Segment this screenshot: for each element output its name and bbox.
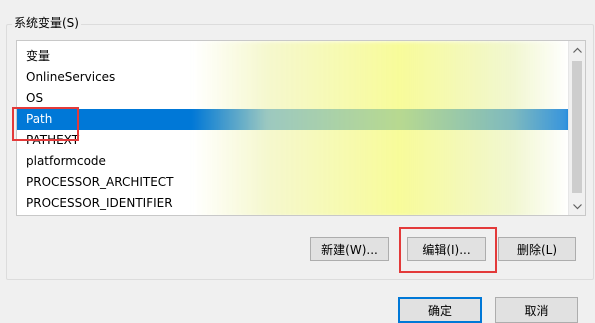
chevron-up-icon[interactable]	[569, 41, 585, 58]
chevron-down-icon[interactable]	[569, 198, 585, 215]
cancel-button[interactable]: 取消	[495, 297, 578, 323]
group-title: 系统变量(S)	[12, 14, 81, 31]
scrollbar-thumb[interactable]	[572, 61, 582, 193]
edit-highlight-box	[399, 227, 497, 273]
blurred-values-overlay	[192, 41, 569, 215]
ok-button[interactable]: 确定	[398, 297, 482, 323]
vertical-scrollbar[interactable]	[568, 41, 585, 215]
new-button[interactable]: 新建(W)...	[310, 237, 389, 261]
delete-button[interactable]: 删除(L)	[498, 237, 576, 261]
path-highlight-box	[12, 107, 79, 141]
system-variables-list[interactable]: 变量 OnlineServices OS Path PATHEXT platfo…	[16, 40, 586, 216]
